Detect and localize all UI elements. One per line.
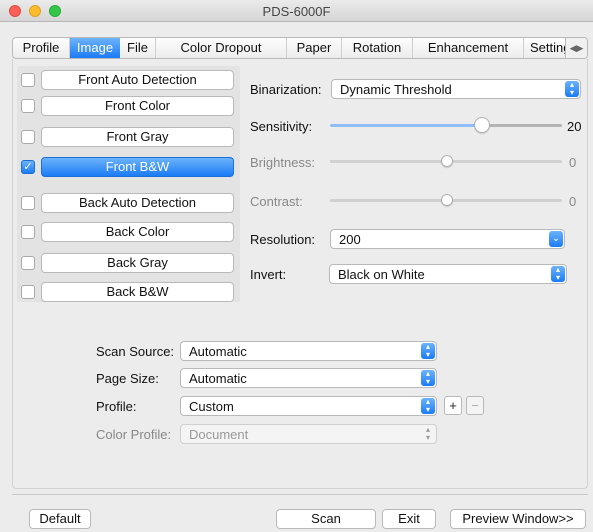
profile-value: Custom: [189, 399, 234, 414]
contrast-value: 0: [569, 194, 577, 209]
color-profile-value: Document: [189, 427, 249, 442]
brightness-value: 0: [569, 155, 577, 170]
sensitivity-track: [482, 124, 562, 127]
front-color-checkbox[interactable]: [21, 99, 35, 113]
binarization-label: Binarization:: [250, 82, 322, 97]
color-profile-select[interactable]: Document ▴ ▾: [180, 424, 437, 444]
checkmark-icon: ✓: [23, 161, 33, 173]
front-gray-button[interactable]: Front Gray: [41, 127, 234, 147]
back-bw-checkbox[interactable]: [21, 285, 35, 299]
front-gray-checkbox[interactable]: [21, 130, 35, 144]
updown-arrows-icon: ▴ ▾: [421, 343, 435, 359]
front-auto-detection-checkbox[interactable]: [21, 73, 35, 87]
tab-rotation[interactable]: Rotation: [342, 38, 413, 58]
tab-setting[interactable]: Setting: [524, 38, 567, 58]
scan-source-label: Scan Source:: [96, 344, 175, 359]
back-gray-button[interactable]: Back Gray: [41, 253, 234, 273]
page-size-label: Page Size:: [96, 371, 159, 386]
window-title: PDS-6000F: [262, 4, 331, 19]
remove-profile-button[interactable]: −: [466, 396, 484, 415]
page-size-select[interactable]: Automatic ▴ ▾: [180, 368, 437, 388]
color-profile-label: Color Profile:: [96, 427, 172, 442]
binarization-select[interactable]: Dynamic Threshold ▴ ▾: [331, 79, 581, 99]
profile-select[interactable]: Custom ▴ ▾: [180, 396, 437, 416]
front-auto-detection-button[interactable]: Front Auto Detection: [41, 70, 234, 90]
sensitivity-value: 20: [567, 119, 582, 134]
preview-window-button[interactable]: Preview Window>>: [450, 509, 586, 529]
tab-color-dropout[interactable]: Color Dropout: [156, 38, 287, 58]
exit-button[interactable]: Exit: [382, 509, 436, 529]
tab-paper[interactable]: Paper: [287, 38, 342, 58]
scan-button[interactable]: Scan: [276, 509, 376, 529]
invert-label: Invert:: [250, 267, 287, 282]
tab-image[interactable]: Image: [70, 38, 120, 58]
updown-arrows-icon: ▴ ▾: [425, 425, 430, 442]
contrast-label: Contrast:: [250, 194, 303, 209]
back-auto-detection-checkbox[interactable]: [21, 196, 35, 210]
front-bw-checkbox[interactable]: ✓: [21, 160, 35, 174]
footer-divider: [12, 494, 588, 495]
scan-source-select[interactable]: Automatic ▴ ▾: [180, 341, 437, 361]
updown-arrows-icon: ▴ ▾: [565, 81, 579, 97]
back-color-button[interactable]: Back Color: [41, 222, 234, 242]
tab-bar: Profile Image File Color Dropout Paper R…: [12, 37, 588, 59]
scan-source-value: Automatic: [189, 344, 247, 359]
front-color-button[interactable]: Front Color: [41, 96, 234, 116]
brightness-slider-knob[interactable]: [441, 155, 453, 167]
resolution-label: Resolution:: [250, 232, 316, 247]
chevron-down-icon: ⌄: [549, 231, 563, 247]
add-profile-button[interactable]: +: [444, 396, 462, 415]
back-auto-detection-button[interactable]: Back Auto Detection: [41, 193, 234, 213]
tab-profile[interactable]: Profile: [13, 38, 70, 58]
invert-select[interactable]: Black on White ▴ ▾: [329, 264, 567, 284]
page-size-value: Automatic: [189, 371, 247, 386]
contrast-slider-knob[interactable]: [441, 194, 453, 206]
title-bar: PDS-6000F: [0, 0, 593, 22]
back-bw-button[interactable]: Back B&W: [41, 282, 234, 302]
invert-value: Black on White: [338, 267, 425, 282]
front-bw-button[interactable]: Front B&W: [41, 157, 234, 177]
updown-arrows-icon: ▴ ▾: [551, 266, 565, 282]
sensitivity-track-fill: [330, 124, 482, 127]
back-gray-checkbox[interactable]: [21, 256, 35, 270]
back-color-checkbox[interactable]: [21, 225, 35, 239]
sensitivity-slider-knob[interactable]: [474, 117, 490, 133]
default-button[interactable]: Default: [29, 509, 91, 529]
resolution-value: 200: [339, 232, 361, 247]
brightness-label: Brightness:: [250, 155, 316, 170]
tab-file[interactable]: File: [120, 38, 156, 58]
resolution-combo[interactable]: 200 ⌄: [330, 229, 565, 249]
tab-enhancement[interactable]: Enhancement: [413, 38, 524, 58]
profile-label: Profile:: [96, 399, 137, 414]
binarization-value: Dynamic Threshold: [340, 82, 452, 97]
tab-scroll-arrows-icon[interactable]: ◀▶: [565, 38, 587, 58]
sensitivity-label: Sensitivity:: [250, 119, 313, 134]
updown-arrows-icon: ▴ ▾: [421, 370, 435, 386]
updown-arrows-icon: ▴ ▾: [421, 398, 435, 414]
